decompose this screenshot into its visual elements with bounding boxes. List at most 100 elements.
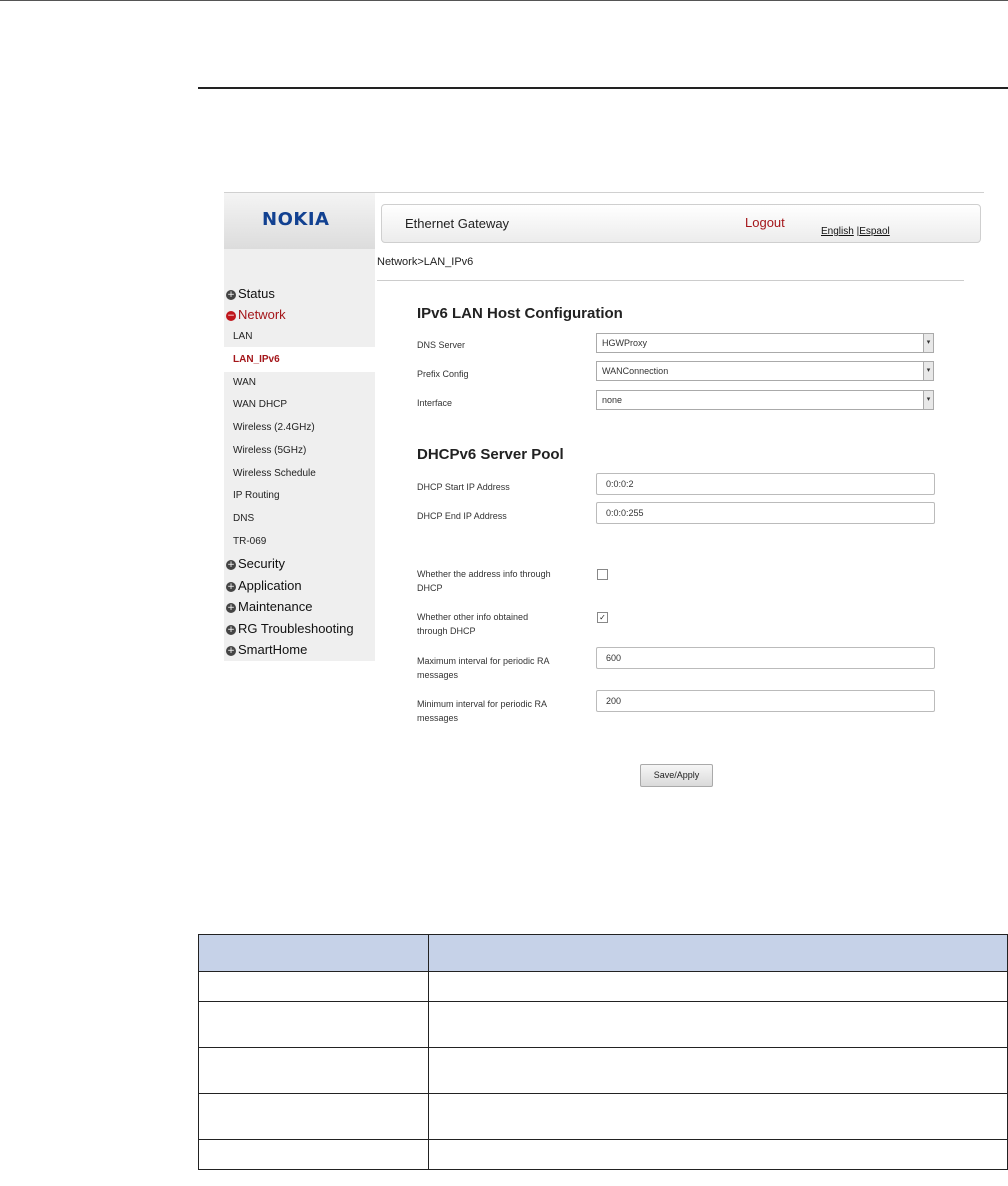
address-info-label-line2: DHCP — [417, 583, 443, 593]
dns-server-select[interactable]: HGWProxy ▾ — [596, 333, 934, 353]
prefix-config-label: Prefix Config — [417, 369, 469, 379]
max-ra-input[interactable] — [596, 647, 935, 669]
table-cell — [198, 971, 429, 1002]
sidebar-sub-tr069[interactable]: TR-069 — [233, 536, 266, 547]
max-ra-label: Maximum interval for periodic RA message… — [417, 654, 550, 682]
sidebar-item-smarthome[interactable]: + SmartHome — [226, 642, 307, 657]
plus-icon: + — [226, 560, 236, 570]
plus-icon: + — [226, 290, 236, 300]
table-cell — [198, 1093, 429, 1140]
table-row — [198, 1001, 1008, 1048]
address-info-label: Whether the address info through DHCP — [417, 567, 551, 595]
table-cell — [198, 1047, 429, 1094]
table-cell — [428, 1047, 1008, 1094]
sidebar-item-status[interactable]: + Status — [226, 286, 275, 301]
dhcp-end-label: DHCP End IP Address — [417, 511, 507, 521]
document-divider — [198, 87, 1008, 89]
other-info-label: Whether other info obtained through DHCP — [417, 610, 528, 638]
table-header-cell — [428, 934, 1008, 972]
table-header-cell — [198, 934, 429, 972]
sidebar-item-label: Status — [238, 286, 275, 301]
table-cell — [198, 1001, 429, 1048]
prefix-config-value: WANConnection — [602, 366, 669, 376]
sidebar-sub-wan-dhcp[interactable]: WAN DHCP — [233, 399, 287, 410]
table-cell — [198, 1139, 429, 1170]
ipv6-section-title: IPv6 LAN Host Configuration — [417, 305, 623, 322]
sidebar-item-security[interactable]: + Security — [226, 556, 285, 571]
sidebar-item-label: SmartHome — [238, 642, 308, 657]
max-ra-label-line1: Maximum interval for periodic RA — [417, 656, 550, 666]
dns-server-value: HGWProxy — [602, 338, 647, 348]
sidebar-sub-wan[interactable]: WAN — [233, 377, 256, 388]
table-row — [198, 1139, 1008, 1170]
language-switcher: English |Espaol — [821, 226, 890, 237]
address-info-checkbox[interactable] — [597, 569, 608, 580]
sidebar-item-label: Maintenance — [238, 599, 313, 614]
router-ui-screenshot: NOKIA Ethernet Gateway Logout English |E… — [224, 192, 984, 792]
checkmark-icon: ✓ — [599, 613, 606, 622]
other-info-label-line1: Whether other info obtained — [417, 612, 529, 622]
min-ra-label-line2: messages — [417, 713, 459, 723]
sidebar-sub-lan-ipv6[interactable]: LAN_IPv6 — [233, 354, 280, 365]
interface-value: none — [602, 395, 623, 405]
breadcrumb-divider — [377, 280, 964, 281]
table-cell — [428, 1139, 1008, 1170]
sidebar-sub-wireless-5[interactable]: Wireless (5GHz) — [233, 445, 306, 456]
save-apply-button[interactable]: Save/Apply — [640, 764, 713, 787]
dhcp-end-input[interactable] — [596, 502, 935, 524]
table-row — [198, 971, 1008, 1002]
max-ra-label-line2: messages — [417, 670, 459, 680]
table-row — [198, 1093, 1008, 1140]
header-bar: Ethernet Gateway Logout English |Espaol — [381, 204, 981, 243]
interface-select[interactable]: none ▾ — [596, 390, 934, 410]
plus-icon: + — [226, 603, 236, 613]
gateway-title: Ethernet Gateway — [405, 216, 510, 231]
sidebar: + Status − Network LAN LAN_IPv6 WAN WAN DH… — [224, 249, 375, 661]
sidebar-item-label: Application — [238, 578, 302, 593]
chevron-down-icon: ▾ — [923, 334, 933, 352]
other-info-label-line2: through DHCP — [417, 626, 476, 636]
other-info-checkbox[interactable]: ✓ — [597, 612, 608, 623]
sidebar-item-rg-troubleshooting[interactable]: + RG Troubleshooting — [226, 621, 354, 636]
sidebar-item-maintenance[interactable]: + Maintenance — [226, 599, 312, 614]
sidebar-item-label: Network — [238, 307, 286, 322]
page-top-rule — [0, 0, 1008, 1]
minus-icon: − — [226, 311, 236, 321]
sidebar-sub-wireless-24[interactable]: Wireless (2.4GHz) — [233, 422, 315, 433]
sidebar-sub-ip-routing[interactable]: IP Routing — [233, 490, 280, 501]
plus-icon: + — [226, 625, 236, 635]
plus-icon: + — [226, 582, 236, 592]
min-ra-input[interactable] — [596, 690, 935, 712]
sidebar-sub-dns[interactable]: DNS — [233, 513, 254, 524]
chevron-down-icon: ▾ — [923, 362, 933, 380]
logout-link[interactable]: Logout — [745, 215, 785, 230]
dhcp-start-label: DHCP Start IP Address — [417, 482, 510, 492]
dhcpv6-section-title: DHCPv6 Server Pool — [417, 446, 564, 463]
dhcp-start-input[interactable] — [596, 473, 935, 495]
sidebar-item-label: Security — [238, 556, 285, 571]
logo-box: NOKIA — [224, 193, 375, 249]
sidebar-item-application[interactable]: + Application — [226, 578, 302, 593]
dns-server-label: DNS Server — [417, 340, 466, 350]
parameter-table — [198, 934, 1008, 1170]
table-header-row — [198, 934, 1008, 972]
table-row — [198, 1047, 1008, 1094]
interface-label: Interface — [417, 398, 453, 408]
lang-spanish-link[interactable]: Espaol — [859, 226, 890, 237]
sidebar-item-network[interactable]: − Network — [226, 307, 286, 322]
table-cell — [428, 1093, 1008, 1140]
sidebar-sub-wireless-schedule[interactable]: Wireless Schedule — [233, 468, 316, 479]
table-cell — [428, 1001, 1008, 1048]
prefix-config-select[interactable]: WANConnection ▾ — [596, 361, 934, 381]
min-ra-label: Minimum interval for periodic RA message… — [417, 697, 547, 725]
min-ra-label-line1: Minimum interval for periodic RA — [417, 699, 548, 709]
breadcrumb: Network>LAN_IPv6 — [377, 256, 474, 268]
plus-icon: + — [226, 646, 236, 656]
sidebar-sub-lan[interactable]: LAN — [233, 331, 252, 342]
lang-english-link[interactable]: English — [821, 226, 854, 237]
sidebar-item-label: RG Troubleshooting — [238, 621, 354, 636]
table-cell — [428, 971, 1008, 1002]
nokia-logo: NOKIA — [262, 209, 330, 230]
address-info-label-line1: Whether the address info through — [417, 569, 551, 579]
chevron-down-icon: ▾ — [923, 391, 933, 409]
